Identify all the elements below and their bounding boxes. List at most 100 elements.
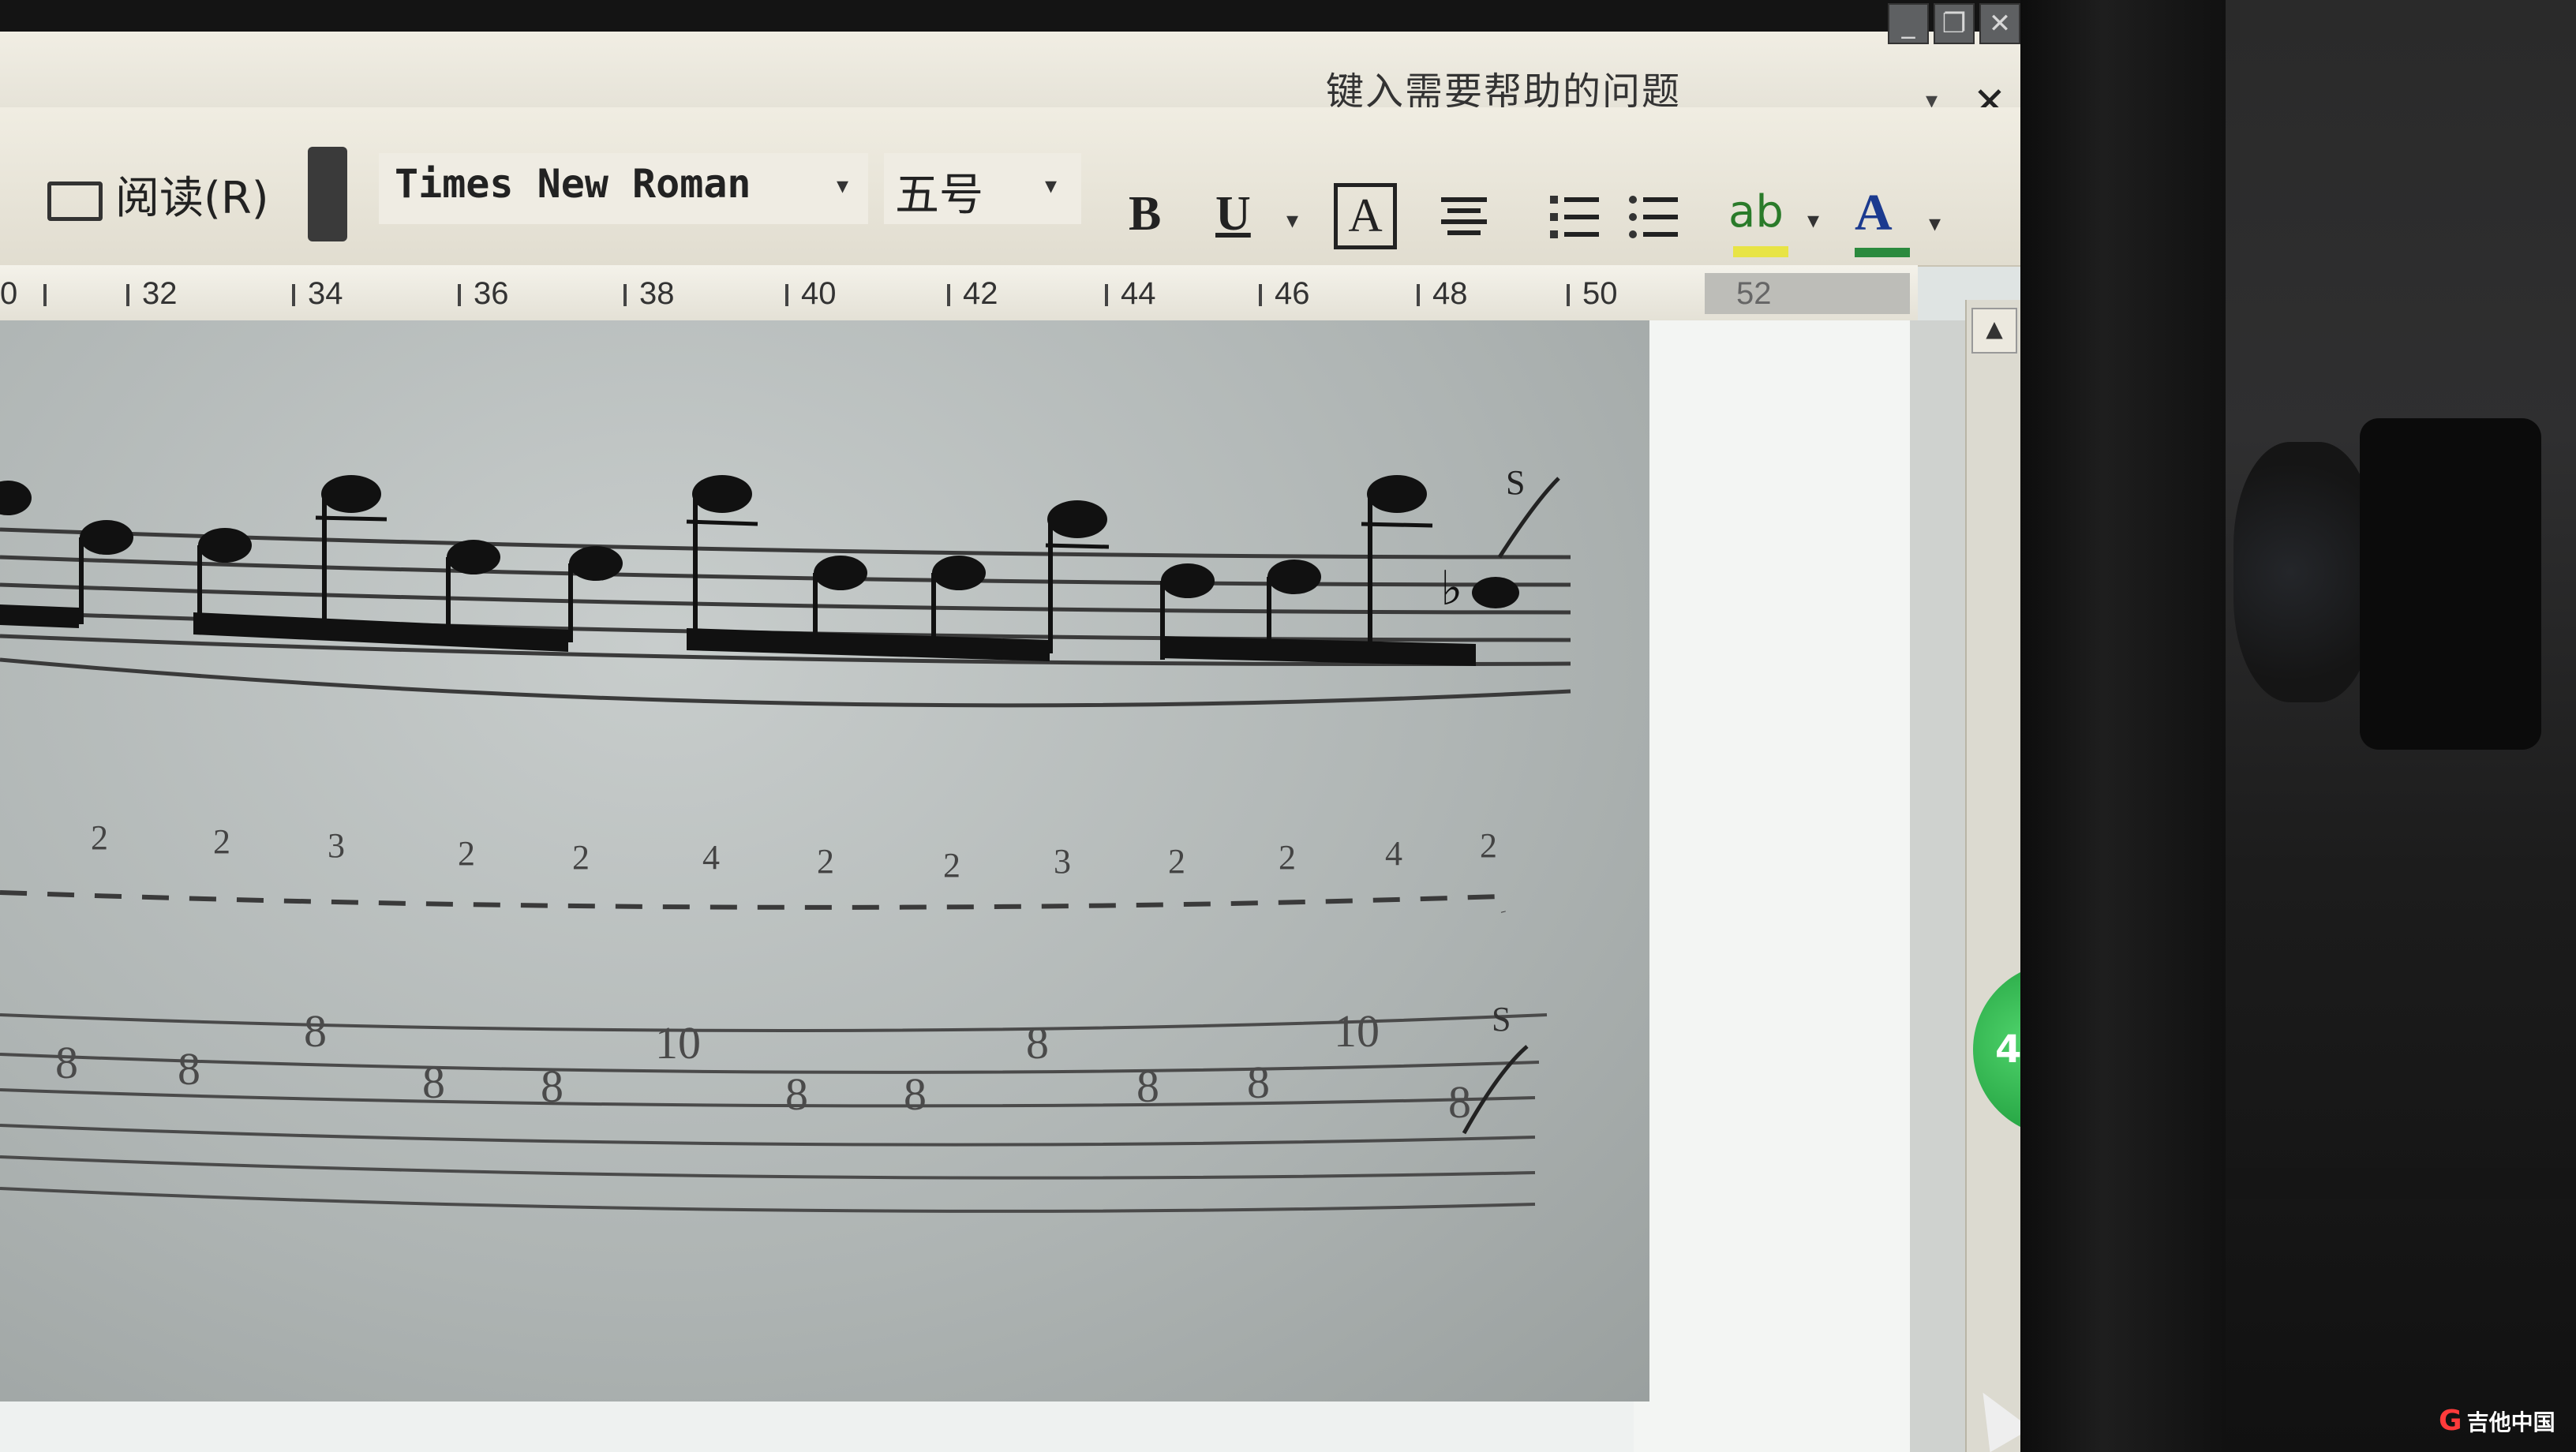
slide-mark: S: [1492, 1000, 1511, 1038]
flat-sign: ♭: [1440, 561, 1462, 616]
fingering-number: 4: [1385, 834, 1402, 873]
fingering-number: 4: [702, 838, 720, 877]
ruler-number: 42: [963, 276, 998, 311]
menu-bar: _ ❐ ✕ 键入需要帮助的问题 ▾ ✕: [0, 3, 2020, 125]
fingering-number: 2: [817, 842, 834, 881]
tab-fret-number: 8: [55, 1037, 78, 1088]
fingering-number: 2: [943, 846, 960, 885]
ruler-tick: [1417, 284, 1420, 306]
highlight-dropdown-icon[interactable]: ▾: [1807, 207, 1819, 234]
font-size-select[interactable]: 五号 ▾: [884, 153, 1081, 224]
position-dashed-line: [0, 890, 1506, 913]
ruler-number: 52: [1736, 276, 1772, 311]
tab-fret-number: 8: [304, 1005, 327, 1057]
ruler-number: 38: [639, 276, 675, 311]
horizontal-ruler[interactable]: 0 32 34 36 38 40 42 44 46 48 50 52: [0, 265, 1918, 323]
ruler-tick: [1259, 284, 1262, 306]
tab-fret-number: 8: [1026, 1017, 1049, 1068]
monitor-bezel-top: [0, 0, 2020, 32]
tab-slide-line: [1462, 1045, 1529, 1135]
ruler-tick: [623, 284, 627, 306]
font-size-value: 五号: [895, 170, 983, 221]
underline-dropdown-icon[interactable]: ▾: [1286, 207, 1298, 234]
background-plant: [2233, 442, 2376, 702]
font-color-button[interactable]: A: [1855, 183, 1893, 243]
page-right-margin: [1634, 320, 1910, 1452]
font-color-bar: [1855, 248, 1910, 257]
tab-staff: [0, 1013, 1548, 1213]
chevron-down-icon[interactable]: ▾: [1045, 172, 1057, 200]
minimize-button[interactable]: _: [1888, 3, 1929, 44]
background-chair: [2360, 418, 2541, 750]
ruler-tick: [1567, 284, 1570, 306]
watermark-text: 吉他中国: [2466, 1409, 2555, 1435]
toolbar-grip-icon[interactable]: [308, 147, 347, 241]
monitor-screen: _ ❐ ✕ 键入需要帮助的问题 ▾ ✕ 阅读(R) Times New Roma…: [0, 3, 2060, 1452]
tab-fret-number: 10: [1334, 1005, 1380, 1057]
ruler-tick: [43, 284, 47, 306]
tab-fret-number: 8: [1136, 1061, 1159, 1112]
font-color-dropdown-icon[interactable]: ▾: [1929, 210, 1941, 238]
numbered-list-icon[interactable]: [1547, 189, 1602, 245]
tab-fret-number: 10: [655, 1017, 701, 1068]
sheet-music-drawing: S ♭ 2 2 3 2 2 4 2 2 3 2 2 4 2 S 8 8 8 8 …: [0, 463, 1571, 1213]
ruler-number: 40: [801, 276, 837, 311]
close-window-button[interactable]: ✕: [1979, 3, 2020, 44]
fingering-number: 2: [572, 838, 590, 877]
site-watermark: G 吉他中国: [2439, 1405, 2555, 1437]
watermark-logo-icon: G: [2439, 1405, 2462, 1437]
tab-fret-number: 8: [785, 1068, 808, 1120]
fingering-number: 2: [91, 818, 108, 857]
font-name-value: Times New Roman: [395, 161, 751, 207]
ruler-tick: [1105, 284, 1108, 306]
ruler-number: 36: [474, 276, 509, 311]
vertical-scrollbar[interactable]: [1965, 300, 2022, 1452]
ruler-tick: [126, 284, 129, 306]
chevron-down-icon[interactable]: ▾: [837, 172, 848, 200]
ruler-number: 0: [0, 276, 18, 311]
character-border-button[interactable]: A: [1334, 183, 1397, 249]
tab-fret-number: 8: [904, 1068, 927, 1120]
book-icon: [47, 181, 103, 221]
scroll-up-icon[interactable]: ▲: [1971, 308, 2017, 354]
fingering-number: 2: [1279, 838, 1296, 877]
read-mode-label: 阅读(R): [115, 173, 269, 224]
fingering-number: 2: [1168, 842, 1185, 881]
ruler-tick: [292, 284, 295, 306]
page-edge-shadow: [1910, 320, 1965, 1452]
fingering-number: 2: [458, 834, 475, 873]
fingering-number: 3: [1054, 842, 1071, 881]
highlight-color-bar: [1733, 246, 1788, 257]
background-desk: [2226, 1168, 2576, 1199]
highlight-button[interactable]: ab: [1728, 186, 1784, 238]
ruler-number: 34: [308, 276, 343, 311]
fingering-number: 3: [328, 826, 345, 865]
center-align-icon[interactable]: [1436, 189, 1492, 245]
read-mode-button[interactable]: 阅读(R): [47, 163, 269, 226]
fingering-number: 2: [1480, 826, 1497, 865]
tab-fret-number: 8: [541, 1061, 564, 1112]
ruler-number: 32: [142, 276, 178, 311]
monitor-bezel-right: [2020, 0, 2226, 1452]
fingering-number: 2: [213, 822, 230, 861]
font-name-select[interactable]: Times New Roman ▾: [379, 153, 868, 224]
ruler-number: 48: [1432, 276, 1468, 311]
ruler-number: 50: [1582, 276, 1618, 311]
fingering-numbers: 2 2 3 2 2 4 2 2 3 2 2 4 2: [91, 818, 1497, 885]
restore-button[interactable]: ❐: [1934, 3, 1975, 44]
ruler-margin-area: 52: [1705, 273, 1910, 314]
window-controls: _ ❐ ✕: [1888, 3, 2020, 44]
ruler-tick: [947, 284, 950, 306]
formatting-toolbar: 阅读(R) Times New Roman ▾ 五号 ▾ B U ▾ A ab …: [0, 107, 2020, 267]
tab-fret-number: 8: [1448, 1076, 1471, 1128]
slide-mark: S: [1506, 463, 1525, 502]
ruler-tick: [458, 284, 461, 306]
bold-button[interactable]: B: [1129, 186, 1161, 242]
ruler-number: 44: [1121, 276, 1156, 311]
ruler-number: 46: [1275, 276, 1310, 311]
bulleted-list-icon[interactable]: [1626, 189, 1681, 245]
underline-button[interactable]: U: [1215, 186, 1251, 242]
tab-fret-number: 8: [178, 1043, 200, 1095]
ruler-tick: [785, 284, 788, 306]
photo: _ ❐ ✕ 键入需要帮助的问题 ▾ ✕ 阅读(R) Times New Roma…: [0, 0, 2576, 1452]
